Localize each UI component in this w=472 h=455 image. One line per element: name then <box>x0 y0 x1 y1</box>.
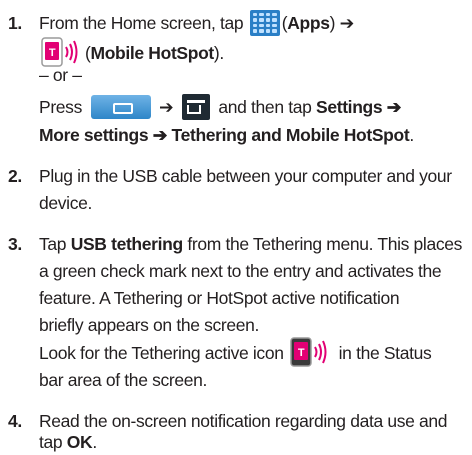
settings-label: Settings ➔ <box>316 97 402 117</box>
period: . <box>92 432 97 452</box>
apps-grid-icon <box>249 9 280 36</box>
step-number: 2. <box>8 166 22 186</box>
step-text: Read the on-screen notification regardin… <box>39 411 448 431</box>
mobile-hotspot-label: Mobile HotSpot <box>90 43 214 63</box>
step-number: 3. <box>8 234 22 254</box>
usb-tethering-label: USB tethering <box>70 234 183 254</box>
step-text: a green check mark next to the entry and… <box>39 261 442 281</box>
step-text: ) ➔ <box>329 13 355 33</box>
arrow-glyph: ➔ <box>159 97 174 117</box>
step-text: Look for the Tethering active icon <box>39 343 284 363</box>
step-text: Press <box>39 97 82 117</box>
t-mobile-hotspot-icon: T <box>41 37 78 68</box>
step-text: Tap <box>39 234 67 254</box>
paren-close: ). <box>213 43 224 63</box>
step-text: briefly appears on the screen. <box>39 315 260 335</box>
tethering-active-icon: T <box>290 337 327 368</box>
step-number: 1. <box>8 13 22 33</box>
svg-text:T: T <box>49 47 56 59</box>
or-separator: – or – <box>39 65 82 85</box>
apps-label: Apps <box>287 13 330 33</box>
step-text: feature. A Tethering or HotSpot active n… <box>39 288 400 308</box>
step-text: from the Tethering menu. This places <box>187 234 463 254</box>
period: . <box>409 125 414 145</box>
step-text: Plug in the USB cable between your compu… <box>39 166 452 186</box>
step-text: From the Home screen, tap <box>39 13 244 33</box>
ok-label: OK <box>66 432 93 452</box>
settings-path: More settings ➔ Tethering and Mobile Hot… <box>39 125 410 145</box>
svg-text:T: T <box>298 347 305 359</box>
step-number: 4. <box>8 411 22 431</box>
menu-key-icon <box>181 93 210 120</box>
step-text: and then tap <box>218 97 312 117</box>
step-text: in the Status <box>338 343 432 363</box>
step-text: tap <box>39 432 63 452</box>
step-text: device. <box>39 193 92 213</box>
home-key-icon <box>90 95 151 120</box>
step-text: bar area of the screen. <box>39 370 208 390</box>
